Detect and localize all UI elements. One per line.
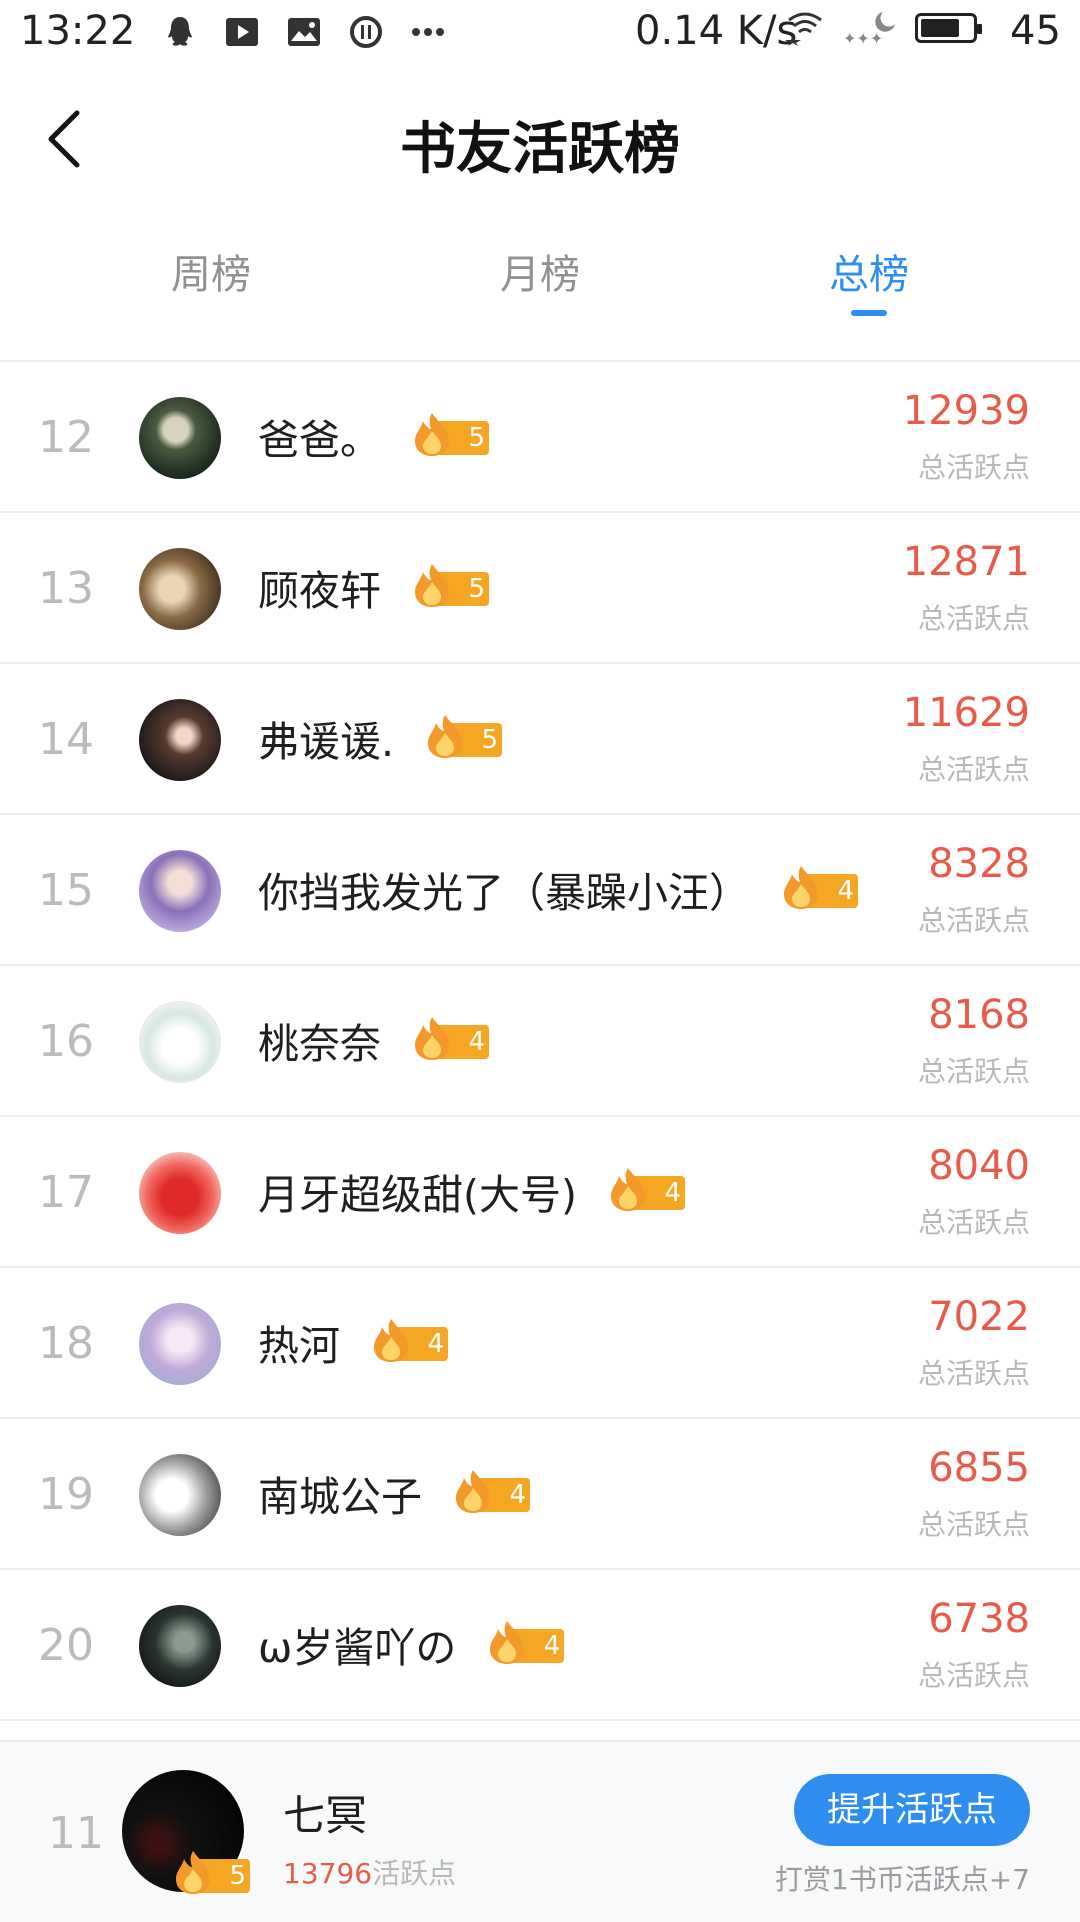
list-item[interactable]: 19 南城公子 4 6855 总活跃点	[0, 1419, 1080, 1570]
my-name: 七冥	[283, 1791, 368, 1840]
rank-number: 12	[38, 412, 94, 463]
list-item[interactable]: 15 你挡我发光了（暴躁小汪） 4 8328 总活跃点	[0, 815, 1080, 966]
net-speed: 0.14 K/s	[635, 8, 798, 54]
list-item[interactable]: 18 热河 4 7022 总活跃点	[0, 1268, 1080, 1419]
tip-hint: 打赏1书币活跃点+7	[774, 1863, 1030, 1896]
level-badge: 5	[411, 564, 489, 607]
user-name[interactable]: 热河	[258, 1312, 340, 1372]
active-tab-indicator	[851, 310, 887, 316]
score-label: 总活跃点	[917, 904, 1030, 937]
score-label: 总活跃点	[917, 451, 1030, 484]
score-label: 总活跃点	[917, 753, 1030, 786]
list-item[interactable]: 14 弗谖谖. 5 11629 总活跃点	[0, 664, 1080, 815]
app-header: 书友活跃榜	[0, 64, 1080, 214]
tab-weekly[interactable]: 周榜	[111, 242, 311, 300]
my-score: 13796活跃点	[283, 1857, 457, 1890]
score-label: 总活跃点	[917, 602, 1030, 635]
boost-activity-button[interactable]: 提升活跃点	[794, 1774, 1030, 1846]
activity-score: 12871	[902, 539, 1030, 585]
avatar[interactable]	[139, 548, 221, 630]
battery-level: 45	[1010, 8, 1061, 54]
user-name[interactable]: 爸爸。	[258, 406, 381, 466]
list-item[interactable]: 13 顾夜轩 5 12871 总活跃点	[0, 513, 1080, 664]
rank-number: 15	[38, 865, 94, 916]
level-badge: 4	[452, 1470, 530, 1513]
avatar[interactable]	[139, 850, 221, 932]
pause-icon	[346, 14, 386, 50]
video-icon	[222, 14, 262, 50]
my-rank-bar: 11 5 七冥 13796活跃点 提升活跃点 打赏1书币活跃点+7	[0, 1740, 1080, 1922]
night-icon: ✦✦✦	[843, 10, 897, 46]
tab-total[interactable]: 总榜	[769, 242, 969, 300]
level-badge: 4	[780, 866, 858, 909]
user-name[interactable]: 桃奈奈	[258, 1010, 381, 1070]
page-title: 书友活跃榜	[400, 116, 680, 182]
avatar[interactable]	[139, 1303, 221, 1385]
more-dots-icon	[408, 14, 448, 50]
qq-icon	[160, 14, 200, 50]
ranking-list[interactable]: 12 爸爸。 5 12939 总活跃点 13 顾夜轩 5 12871 总活跃点	[0, 362, 1080, 1721]
level-badge: 5	[411, 413, 489, 456]
ranking-tabs: 周榜 月榜 总榜	[0, 230, 1080, 320]
user-name[interactable]: 弗谖谖.	[258, 708, 394, 768]
avatar[interactable]	[139, 397, 221, 479]
list-item[interactable]: 16 桃奈奈 4 8168 总活跃点	[0, 966, 1080, 1117]
status-bar: 13:22 0.14 K/s ✦✦✦ 45	[0, 0, 1080, 64]
user-name[interactable]: 南城公子	[258, 1463, 422, 1523]
rank-number: 17	[38, 1167, 94, 1218]
user-name[interactable]: 顾夜轩	[258, 557, 381, 617]
status-time: 13:22	[20, 8, 136, 54]
level-badge: 5	[424, 715, 503, 758]
activity-score: 11629	[902, 690, 1030, 736]
image-icon	[284, 14, 324, 50]
level-badge: 4	[486, 1621, 565, 1664]
score-label: 总活跃点	[917, 1206, 1030, 1239]
rank-number: 20	[38, 1620, 94, 1671]
user-name[interactable]: ω岁酱吖の	[258, 1614, 456, 1674]
score-label: 总活跃点	[917, 1055, 1030, 1088]
rank-number: 18	[38, 1318, 94, 1369]
level-badge: 4	[370, 1319, 448, 1362]
wifi-icon	[785, 10, 825, 46]
activity-score: 6738	[928, 1596, 1030, 1642]
my-rank-number: 11	[48, 1808, 104, 1859]
avatar[interactable]	[139, 1152, 221, 1234]
rank-number: 19	[38, 1469, 94, 1520]
activity-score: 8168	[928, 992, 1030, 1038]
activity-score: 6855	[928, 1445, 1030, 1491]
avatar[interactable]	[139, 699, 221, 781]
activity-score: 12939	[902, 388, 1030, 434]
svg-text:✦✦✦: ✦✦✦	[843, 29, 883, 46]
activity-score: 7022	[928, 1294, 1030, 1340]
tab-monthly[interactable]: 月榜	[440, 242, 640, 300]
activity-score: 8328	[928, 841, 1030, 887]
user-name[interactable]: 月牙超级甜(大号)	[258, 1161, 577, 1221]
rank-number: 16	[38, 1016, 94, 1067]
battery-icon	[915, 13, 982, 43]
level-badge: 4	[607, 1168, 685, 1211]
avatar[interactable]	[139, 1454, 221, 1536]
score-label: 总活跃点	[917, 1508, 1030, 1541]
rank-number: 14	[38, 714, 94, 765]
avatar[interactable]	[139, 1001, 221, 1083]
avatar[interactable]	[139, 1605, 221, 1687]
list-item[interactable]: 17 月牙超级甜(大号) 4 8040 总活跃点	[0, 1117, 1080, 1268]
list-item[interactable]: 12 爸爸。 5 12939 总活跃点	[0, 362, 1080, 513]
list-item[interactable]: 20 ω岁酱吖の 4 6738 总活跃点	[0, 1570, 1080, 1721]
score-label: 总活跃点	[917, 1357, 1030, 1390]
my-level-badge: 5	[172, 1851, 250, 1894]
activity-score: 8040	[928, 1143, 1030, 1189]
level-badge: 4	[411, 1017, 489, 1060]
rank-number: 13	[38, 563, 94, 614]
score-label: 总活跃点	[917, 1659, 1030, 1692]
user-name[interactable]: 你挡我发光了（暴躁小汪）	[258, 859, 750, 919]
